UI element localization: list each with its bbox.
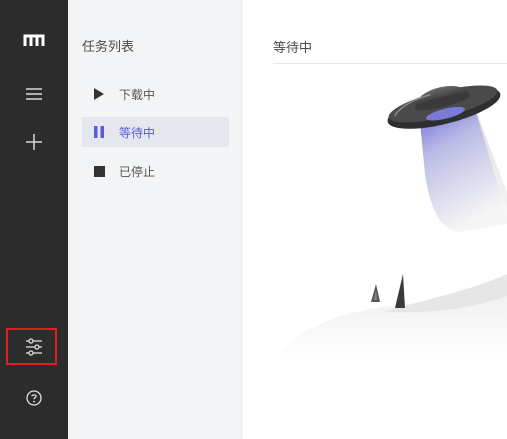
- task-filter-label: 已停止: [119, 164, 156, 179]
- stop-icon: [93, 165, 105, 177]
- help-circle-icon[interactable]: [14, 380, 54, 416]
- task-filter-stopped[interactable]: 已停止: [82, 156, 229, 186]
- main-content: 等待中: [243, 0, 507, 439]
- menu-icon[interactable]: [14, 76, 54, 112]
- ufo-illustration: [279, 85, 507, 364]
- task-filter-downloading[interactable]: 下载中: [82, 79, 229, 109]
- tree-large: [395, 274, 405, 308]
- task-filter-label: 等待中: [119, 125, 156, 140]
- page-title: 等待中: [273, 41, 313, 56]
- app-window: 任务列表 下载中 等待中 已停止 等待中: [0, 0, 507, 439]
- pause-icon: [93, 126, 105, 138]
- task-list-title: 任务列表: [82, 40, 135, 55]
- task-filter-label: 下载中: [119, 87, 156, 102]
- logo-icon[interactable]: [14, 22, 54, 58]
- left-rail: [0, 0, 68, 439]
- task-list-panel: 任务列表 下载中 等待中 已停止: [68, 0, 243, 439]
- sliders-icon[interactable]: [14, 329, 54, 365]
- play-icon: [93, 88, 105, 100]
- task-filter-waiting[interactable]: 等待中: [82, 117, 229, 147]
- plus-icon[interactable]: [14, 124, 54, 160]
